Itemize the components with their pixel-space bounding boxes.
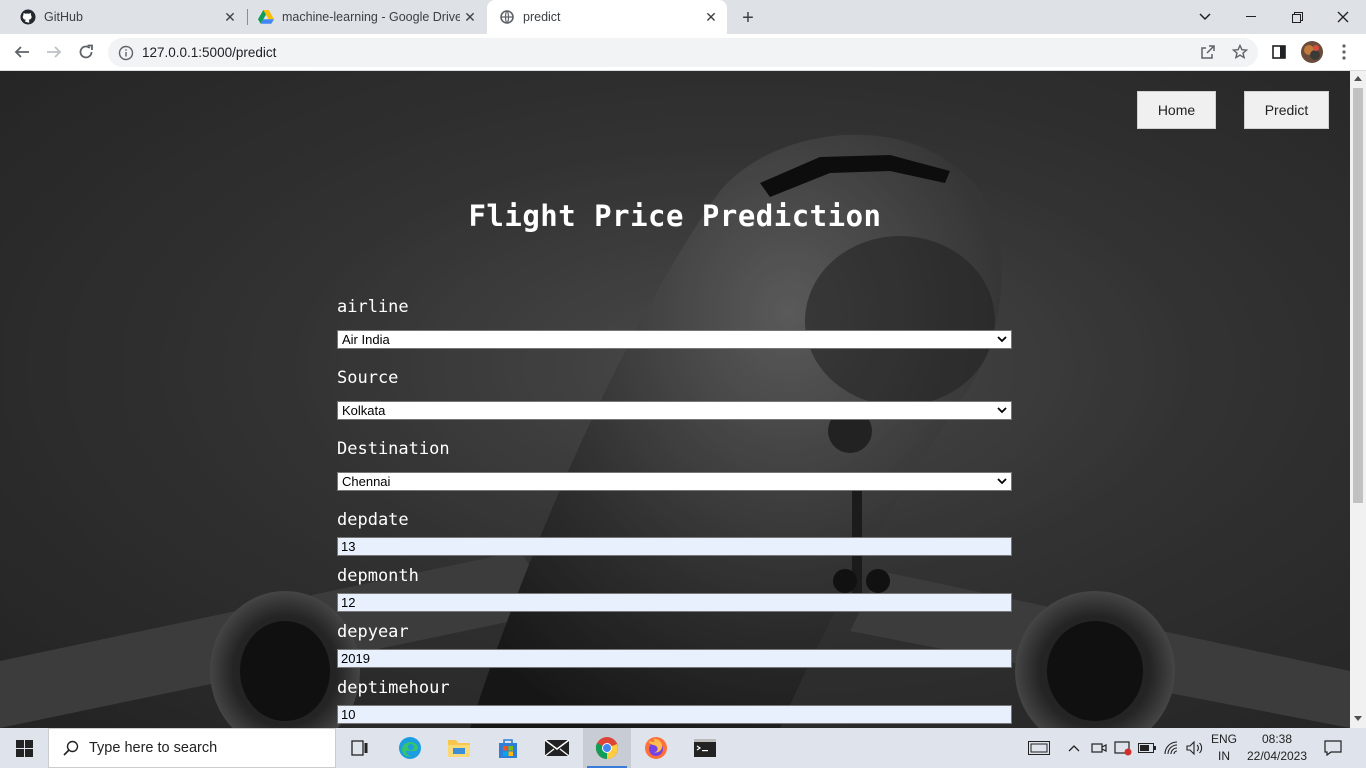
page-scrollbar[interactable] [1350,71,1366,728]
tab-title: predict [523,10,561,24]
search-icon [63,740,79,756]
clock-time: 08:38 [1261,732,1293,746]
edge-icon[interactable] [386,728,434,768]
system-clock[interactable]: 08:38 22/04/2023 [1244,731,1310,765]
wifi-icon[interactable] [1160,728,1182,768]
firefox-icon[interactable] [632,728,680,768]
source-select-value: Kolkata [342,403,386,418]
taskbar-search-placeholder: Type here to search [89,740,218,756]
destination-select-value: Chennai [342,474,391,489]
depyear-input[interactable]: 2019 [337,649,1012,668]
tab-google-drive[interactable]: machine-learning - Google Drive ✕ [248,0,486,34]
windows-logo-icon [15,739,33,757]
tab-predict[interactable]: predict ✕ [487,0,727,34]
side-panel-icon[interactable] [1265,38,1293,66]
page-viewport: Home Predict Flight Price Prediction air… [0,71,1350,728]
depmonth-input[interactable]: 12 [337,593,1012,612]
volume-icon[interactable] [1184,728,1206,768]
predict-nav-button[interactable]: Predict [1244,91,1329,129]
bookmark-star-icon[interactable] [1226,38,1254,66]
airline-select[interactable]: Air India [337,330,1012,349]
site-info-icon[interactable] [118,45,134,61]
depyear-label: depyear [337,622,409,642]
airline-label: airline [337,297,409,317]
new-tab-button[interactable]: + [736,6,760,30]
minimize-button[interactable] [1228,0,1274,34]
tab-strip: GitHub ✕ machine-learning - Google Drive… [0,0,1366,34]
windows-taskbar: Type here to search ENG IN 08:38 22/04/2… [0,728,1366,768]
deptimehour-label: deptimehour [337,678,450,698]
destination-select[interactable]: Chennai [337,472,1012,491]
profile-avatar[interactable] [1298,38,1326,66]
depdate-label: depdate [337,510,409,530]
destination-label: Destination [337,439,450,459]
clock-date: 22/04/2023 [1246,749,1308,763]
tab-title: GitHub [44,10,83,24]
language-indicator[interactable]: ENG IN [1206,731,1242,765]
scroll-up-arrow-icon[interactable] [1354,76,1362,81]
forward-button[interactable] [40,38,68,66]
screen-record-icon[interactable] [1112,728,1134,768]
windows-start-button[interactable] [0,728,48,768]
google-drive-icon [258,9,274,25]
source-select[interactable]: Kolkata [337,401,1012,420]
region-code: IN [1218,749,1230,763]
chrome-icon[interactable] [583,728,631,768]
share-icon[interactable] [1194,38,1222,66]
reload-button[interactable] [72,38,100,66]
url-text: 127.0.0.1:5000/predict [142,45,277,60]
mail-icon[interactable] [533,728,581,768]
tab-title: machine-learning - Google Drive [282,10,460,24]
page-title: Flight Price Prediction [468,199,882,233]
close-window-button[interactable] [1320,0,1366,34]
chevron-up-icon[interactable] [1064,728,1084,768]
chevron-down-icon [997,478,1007,485]
github-icon [20,9,36,25]
menu-kebab-icon[interactable] [1330,38,1358,66]
tab-search-chevron-icon[interactable] [1182,0,1228,34]
browser-toolbar: 127.0.0.1:5000/predict [0,34,1366,71]
language-code: ENG [1210,732,1237,746]
depmonth-label: depmonth [337,566,419,586]
close-icon[interactable]: ✕ [220,7,240,27]
globe-icon [499,9,515,25]
tab-github[interactable]: GitHub ✕ [0,0,246,34]
chevron-down-icon [997,336,1007,343]
keyboard-layout-icon[interactable] [1024,728,1054,768]
deptimehour-input[interactable]: 10 [337,705,1012,724]
terminal-icon[interactable] [681,728,729,768]
depdate-input[interactable]: 13 [337,537,1012,556]
restore-button[interactable] [1274,0,1320,34]
address-bar[interactable]: 127.0.0.1:5000/predict [108,38,1258,67]
microsoft-store-icon[interactable] [484,728,532,768]
scrollbar-thumb[interactable] [1353,88,1363,503]
back-button[interactable] [8,38,36,66]
taskbar-search-box[interactable]: Type here to search [48,728,336,768]
battery-icon[interactable] [1136,728,1158,768]
chevron-down-icon [997,407,1007,414]
file-explorer-icon[interactable] [435,728,483,768]
notification-icon[interactable] [1318,728,1348,768]
close-icon[interactable]: ✕ [460,7,480,27]
scroll-down-arrow-icon[interactable] [1354,716,1362,721]
home-nav-button[interactable]: Home [1137,91,1216,129]
task-view-icon[interactable] [336,728,384,768]
airline-select-value: Air India [342,332,390,347]
airplane-background-image [0,71,1350,728]
meet-now-icon[interactable] [1088,728,1110,768]
source-label: Source [337,368,399,388]
close-icon[interactable]: ✕ [701,7,721,27]
